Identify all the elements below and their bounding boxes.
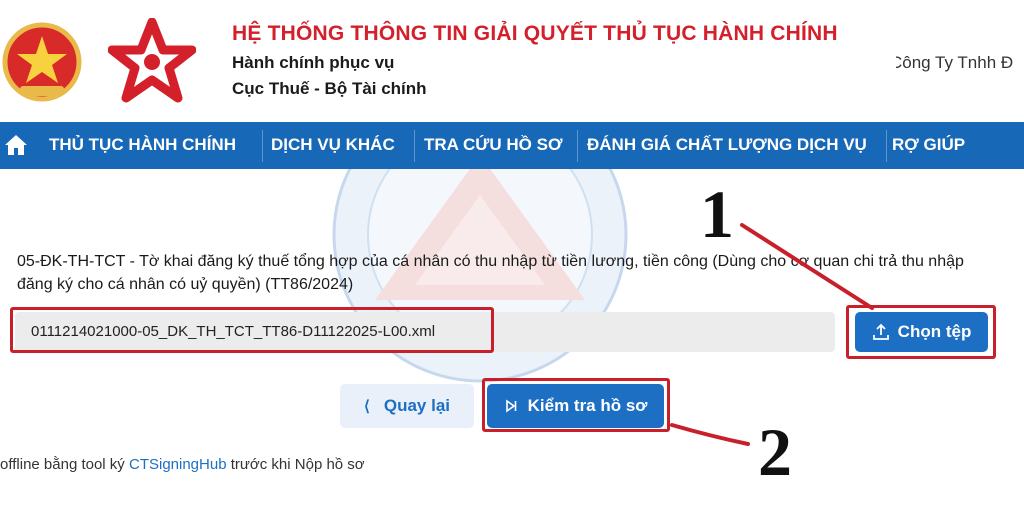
nav-divider	[577, 130, 578, 162]
signing-note: offline bằng tool ký CTSigningHub trước …	[0, 456, 365, 473]
note-prefix: offline bằng tool ký	[0, 456, 129, 473]
highlight-box-choose	[846, 305, 996, 359]
site-header: HỆ THỐNG THÔNG TIN GIẢI QUYẾT THỦ TỤC HÀ…	[0, 0, 1024, 122]
nav-item-other-services[interactable]: DỊCH VỤ KHÁC	[271, 135, 395, 155]
chevron-left-icon: ⟨	[364, 398, 370, 415]
ctsigninghub-link[interactable]: CTSigningHub	[129, 456, 227, 473]
national-emblem-icon	[2, 22, 82, 102]
highlight-box-file	[10, 307, 494, 353]
form-description: 05-ĐK-TH-TCT - Tờ khai đăng ký thuế tổng…	[17, 253, 964, 293]
home-icon[interactable]	[4, 134, 28, 156]
back-button[interactable]: ⟨ Quay lại	[340, 384, 474, 428]
header-subtitle-service: Hành chính phục vụ	[232, 53, 395, 72]
nav-divider	[886, 130, 887, 162]
header-subtitle-agency: Cục Thuế - Bộ Tài chính	[232, 79, 427, 98]
highlight-box-check	[482, 378, 670, 432]
system-title: HỆ THỐNG THÔNG TIN GIẢI QUYẾT THỦ TỤC HÀ…	[232, 22, 838, 45]
back-label: Quay lại	[383, 396, 450, 415]
nav-item-help[interactable]: RỢ GIÚP	[892, 135, 965, 155]
nav-divider	[262, 130, 263, 162]
annotation-step-2: 2	[758, 414, 792, 490]
nav-item-administrative-procedures[interactable]: THỦ TỤC HÀNH CHÍNH	[49, 135, 236, 155]
nav-divider	[414, 130, 415, 162]
annotation-step-1: 1	[700, 176, 734, 252]
agency-logo-icon	[108, 18, 196, 103]
main-nav: THỦ TỤC HÀNH CHÍNH DỊCH VỤ KHÁC TRA CỨU …	[0, 122, 1024, 169]
nav-item-service-rating[interactable]: ĐÁNH GIÁ CHẤT LƯỢNG DỊCH VỤ	[587, 135, 867, 155]
company-name[interactable]: Công Ty Tnhh Đ	[896, 53, 1024, 73]
note-suffix: trước khi Nộp hồ sơ	[226, 456, 365, 473]
nav-item-lookup-dossier[interactable]: TRA CỨU HỒ SƠ	[424, 135, 562, 155]
